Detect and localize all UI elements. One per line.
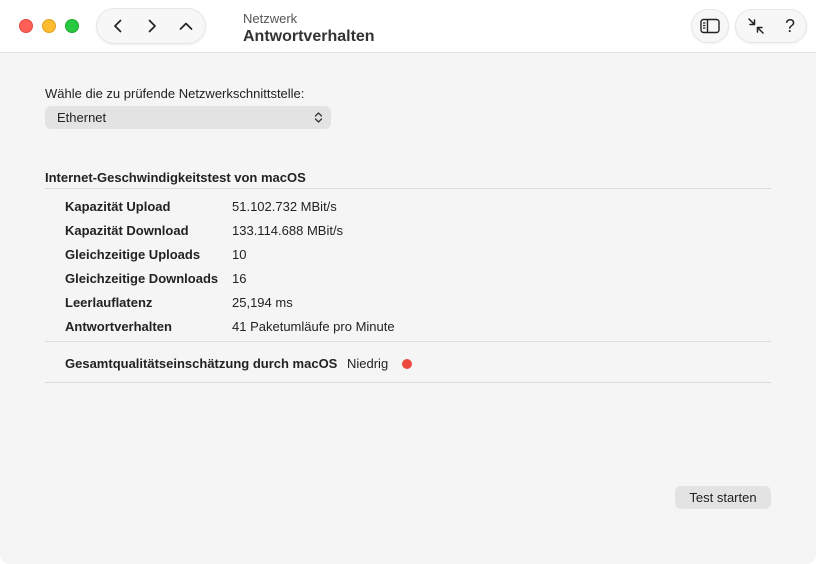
window-subtitle: Netzwerk xyxy=(243,11,298,26)
section-divider xyxy=(45,188,771,189)
stat-value: 51.102.732 MBit/s xyxy=(232,199,337,214)
back-button[interactable] xyxy=(101,9,135,43)
stat-value: 133.114.688 MBit/s xyxy=(232,223,344,238)
app-window: Netzwerk Antwortverhalten ? Wähle die zu… xyxy=(0,0,816,564)
stat-label: Kapazität Upload xyxy=(65,199,171,214)
toolbar-right-group: ? xyxy=(735,9,807,43)
chevron-right-icon xyxy=(148,19,156,33)
updown-chevron-icon xyxy=(314,112,323,123)
window-title-area: Netzwerk Antwortverhalten xyxy=(243,11,375,47)
interface-prompt: Wähle die zu prüfende Netzwerkschnittste… xyxy=(45,86,305,101)
zoom-window-button[interactable] xyxy=(65,19,79,33)
stat-value: 41 Paketumläufe pro Minute xyxy=(232,319,395,334)
sidebar-icon xyxy=(700,18,720,34)
chevron-up-icon xyxy=(179,22,193,30)
collapse-arrows-icon xyxy=(748,18,764,34)
interface-select[interactable]: Ethernet xyxy=(45,106,331,129)
stat-value: 16 xyxy=(232,271,247,286)
stat-label: Gleichzeitige Downloads xyxy=(65,271,219,286)
stat-label: Kapazität Download xyxy=(65,223,189,238)
stat-label: Gleichzeitige Uploads xyxy=(65,247,201,262)
chevron-left-icon xyxy=(114,19,122,33)
minimize-window-button[interactable] xyxy=(42,19,56,33)
collapse-button[interactable] xyxy=(740,10,772,42)
navigation-group xyxy=(96,8,206,44)
stat-value: 10 xyxy=(232,247,247,262)
start-test-button[interactable]: Test starten xyxy=(675,486,771,509)
status-dot-icon xyxy=(401,359,412,369)
overall-rating-value: Niedrig xyxy=(346,356,389,371)
stat-value: 25,194 ms xyxy=(232,295,293,310)
main-content: Wähle die zu prüfende Netzwerkschnittste… xyxy=(0,54,816,564)
help-button[interactable]: ? xyxy=(774,10,806,42)
section-divider xyxy=(45,341,771,342)
section-divider xyxy=(45,382,771,383)
speedtest-section-title: Internet-Geschwindigkeitstest von macOS xyxy=(45,170,306,185)
window-title: Antwortverhalten xyxy=(243,28,375,45)
overall-rating-label: Gesamtqualitätseinschätzung durch macOS xyxy=(65,356,338,371)
forward-button[interactable] xyxy=(135,9,169,43)
stat-label: Leerlauflatenz xyxy=(65,295,153,310)
up-button[interactable] xyxy=(169,9,203,43)
stat-label: Antwortverhalten xyxy=(65,319,172,334)
interface-select-value: Ethernet xyxy=(57,110,107,125)
sidebar-toggle-button[interactable] xyxy=(691,9,729,43)
close-window-button[interactable] xyxy=(19,19,33,33)
title-bar: Netzwerk Antwortverhalten ? xyxy=(0,0,816,53)
overall-rating: Gesamtqualitätseinschätzung durch macOS … xyxy=(65,356,412,371)
